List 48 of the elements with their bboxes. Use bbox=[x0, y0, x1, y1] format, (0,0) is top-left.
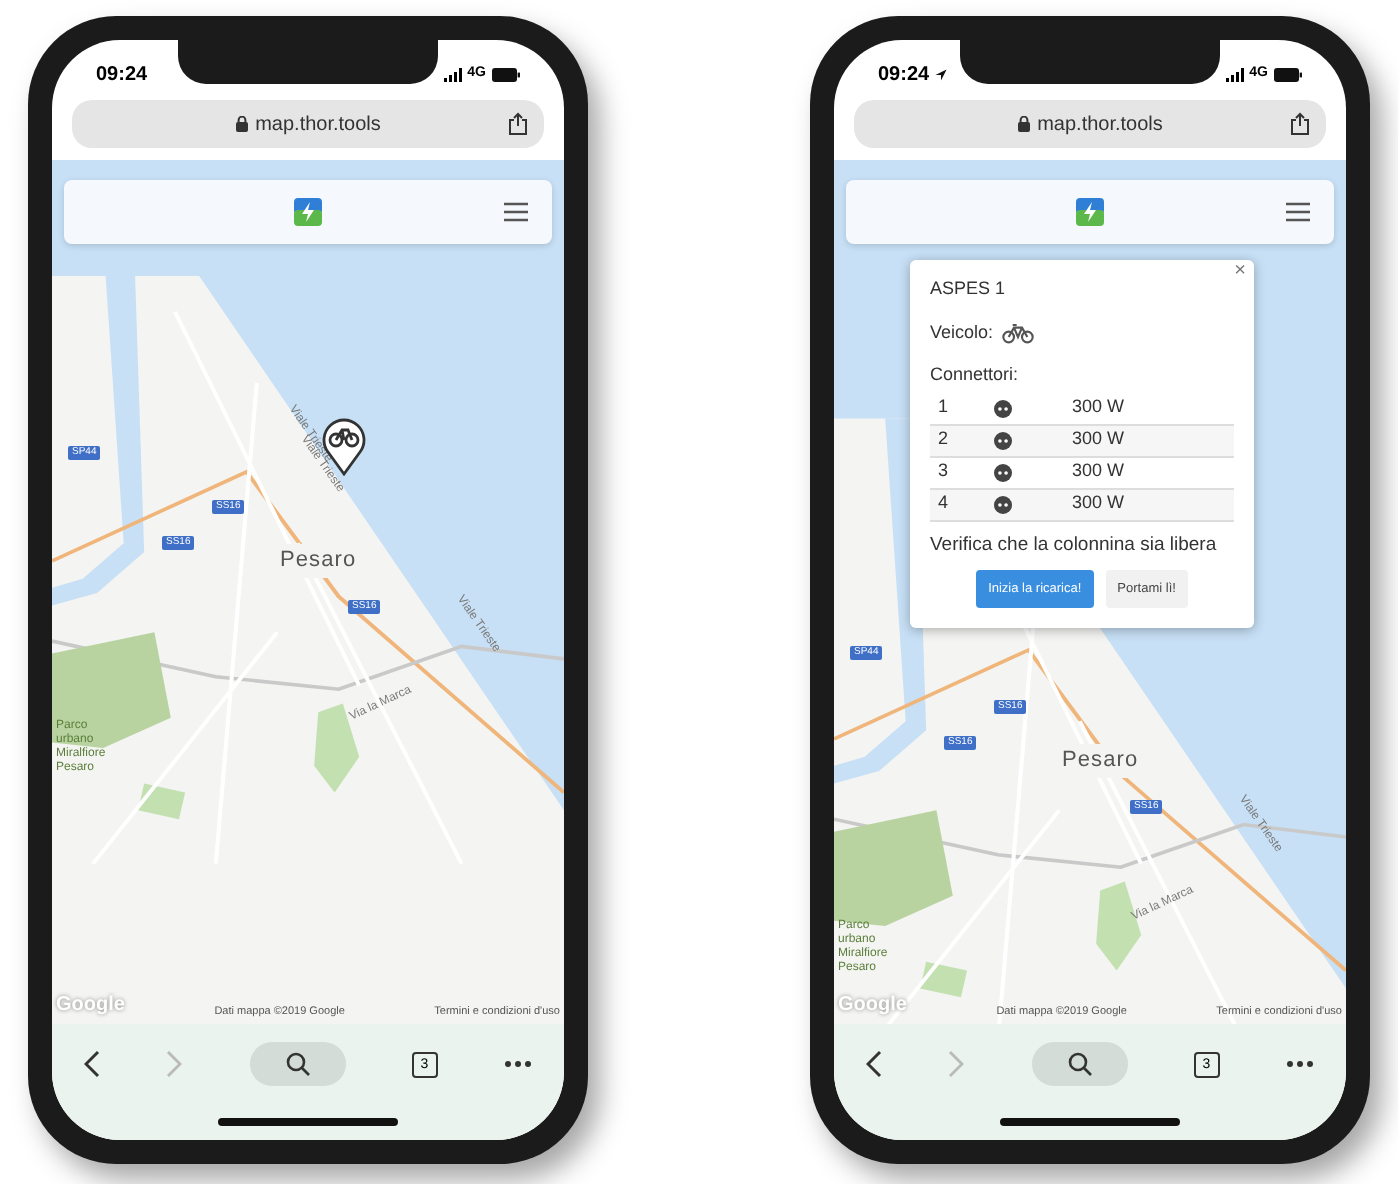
status-time: 09:24 bbox=[96, 61, 148, 89]
battery-icon bbox=[1274, 67, 1302, 81]
lock-icon bbox=[1017, 116, 1030, 132]
notice-text: Verifica che la colonnina sia libera bbox=[930, 533, 1219, 557]
plug-socket-icon bbox=[994, 399, 1012, 417]
search-button[interactable] bbox=[249, 1042, 345, 1086]
station-title: ASPES 1 bbox=[930, 276, 1008, 302]
battery-icon bbox=[492, 67, 520, 81]
share-icon[interactable] bbox=[508, 112, 528, 136]
back-icon[interactable] bbox=[866, 1050, 882, 1078]
search-icon bbox=[285, 1052, 309, 1076]
search-icon bbox=[1067, 1052, 1091, 1076]
signal-icon bbox=[443, 67, 462, 81]
connector-number: 3 bbox=[936, 458, 951, 485]
connector-number: 1 bbox=[936, 394, 951, 421]
close-button[interactable]: × bbox=[1234, 262, 1246, 282]
bicycle-icon bbox=[1001, 321, 1034, 344]
map-logo: Google bbox=[56, 992, 125, 1020]
status-time: 09:24 bbox=[878, 61, 930, 89]
connector-power: 300 W bbox=[1072, 490, 1125, 517]
back-icon[interactable] bbox=[84, 1050, 100, 1078]
plug-socket-icon bbox=[994, 463, 1012, 481]
lock-icon bbox=[235, 116, 248, 132]
url-text: map.thor.tools bbox=[1037, 111, 1163, 139]
more-icon[interactable] bbox=[504, 1060, 532, 1068]
url-text: map.thor.tools bbox=[255, 111, 381, 139]
connectors-label: Connettori: bbox=[930, 362, 1021, 388]
address-bar[interactable]: map.thor.tools bbox=[72, 100, 544, 148]
place-label: Pesaro bbox=[276, 544, 361, 577]
connector-power: 300 W bbox=[1072, 394, 1125, 421]
menu-icon[interactable] bbox=[1286, 202, 1310, 222]
connector-number: 4 bbox=[936, 490, 951, 517]
place-label: Pesaro bbox=[1058, 744, 1143, 777]
share-icon[interactable] bbox=[1290, 112, 1310, 136]
search-button[interactable] bbox=[1031, 1042, 1127, 1086]
address-bar[interactable]: map.thor.tools bbox=[854, 100, 1326, 148]
menu-icon[interactable] bbox=[504, 202, 528, 222]
plug-socket-icon bbox=[994, 431, 1012, 449]
lightning-logo-icon bbox=[294, 198, 322, 226]
map-logo: Google bbox=[838, 992, 907, 1020]
lightning-logo-icon bbox=[1076, 198, 1104, 226]
more-icon[interactable] bbox=[1286, 1060, 1314, 1068]
connector-power: 300 W bbox=[1072, 458, 1125, 485]
vehicle-label: Veicolo: bbox=[930, 319, 994, 345]
connector-power: 300 W bbox=[1072, 426, 1125, 453]
plug-socket-icon bbox=[994, 495, 1012, 513]
signal-icon bbox=[1225, 67, 1244, 81]
connector-number: 2 bbox=[936, 426, 951, 453]
